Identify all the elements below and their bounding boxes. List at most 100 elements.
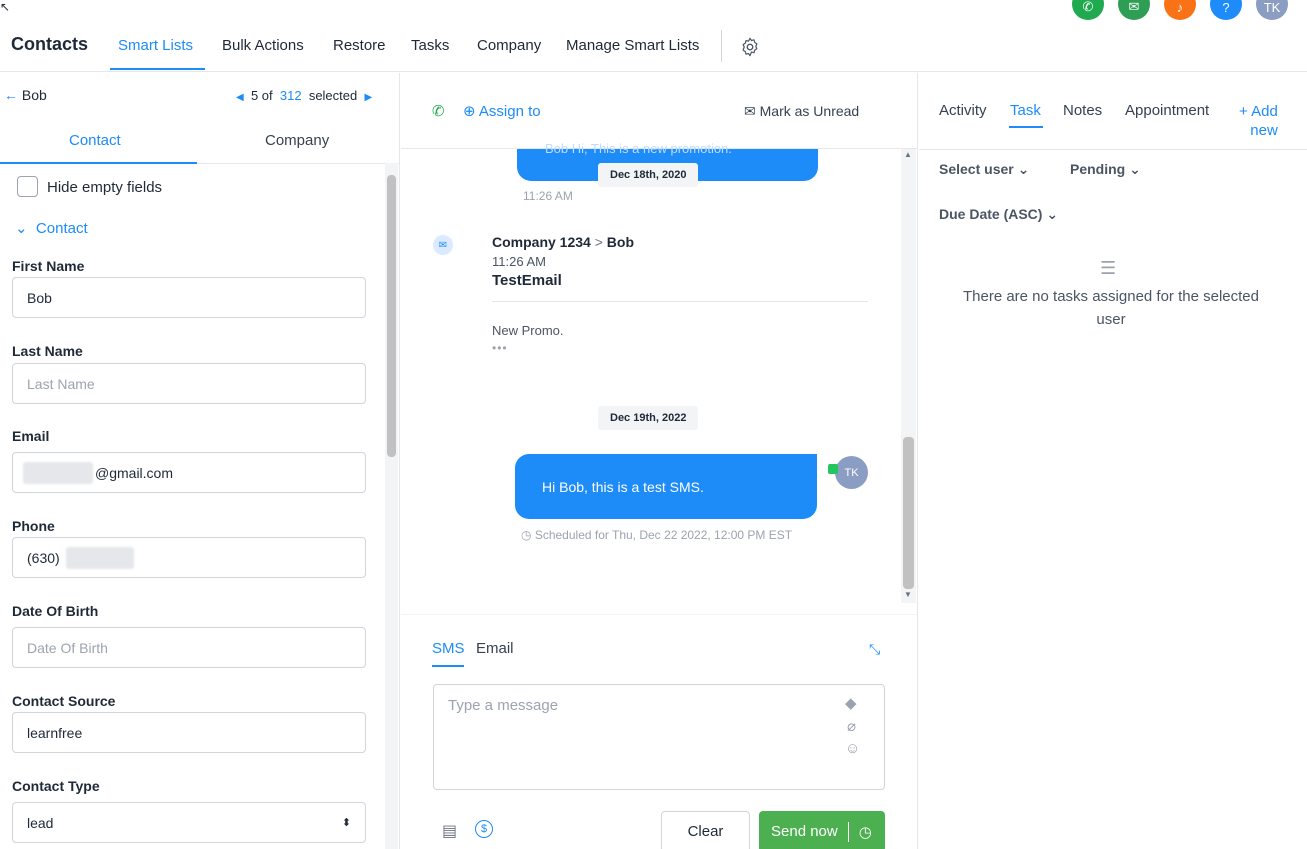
nav-bulk-actions[interactable]: Bulk Actions (222, 37, 304, 54)
email-from: Company 1234 (492, 234, 591, 250)
pager-selected: selected (308, 88, 358, 103)
redacted-text (23, 461, 93, 484)
user-avatar[interactable]: TK (1256, 0, 1288, 20)
dob-label: Date Of Birth (12, 603, 99, 619)
sort-label: Due Date (ASC) (939, 206, 1043, 222)
tab-appointment[interactable]: Appointment (1125, 102, 1209, 119)
composer: SMS Email ⤡ Type a message ◆ ⌀ ☺ ▤ $ Cle… (401, 614, 917, 849)
dob-field[interactable]: Date Of Birth (12, 627, 366, 668)
email-label: Email (12, 428, 50, 444)
megaphone-icon[interactable]: ✉ (1118, 0, 1150, 20)
page-title: Contacts (11, 34, 89, 54)
paperclip-icon[interactable]: ⌀ (847, 717, 856, 735)
email-icon: ✉ (433, 235, 453, 255)
gear-icon[interactable] (739, 36, 761, 58)
phone-icon[interactable]: ✆ (1072, 0, 1104, 20)
email-expand-more[interactable]: ••• (492, 341, 508, 355)
message-input[interactable]: Type a message (433, 684, 885, 790)
tab-activity[interactable]: Activity (939, 102, 987, 119)
help-icon[interactable]: ? (1210, 0, 1242, 20)
conversation-panel: ✆ ⊕ Assign to ✉ Mark as Unread Bob Hi, T… (401, 73, 918, 849)
contact-source-field[interactable]: learnfree (12, 712, 366, 753)
pager-total[interactable]: 312 (280, 88, 302, 103)
send-label: Send now (771, 823, 838, 840)
chevron-down-icon: ⌄ (15, 220, 28, 237)
chevron-down-icon: ⌄ (1129, 161, 1141, 177)
mouse-cursor-icon: ↖ (0, 0, 11, 14)
left-scrollbar[interactable] (385, 163, 398, 849)
hide-empty-label: Hide empty fields (47, 179, 163, 196)
active-tab-underline (0, 162, 197, 164)
left-scrollbar-thumb[interactable] (387, 175, 396, 457)
clock-icon: ◷ (521, 528, 532, 542)
redacted-text (65, 546, 134, 569)
sort-dropdown[interactable]: Due Date (ASC) ⌄ (939, 206, 1058, 223)
add-new-task-button[interactable]: + Add new (1239, 102, 1278, 140)
nav-smart-lists[interactable]: Smart Lists (118, 37, 193, 54)
active-compose-tab-underline (432, 665, 464, 667)
add-new-line1: + Add (1239, 103, 1278, 120)
contact-type-value: lead (27, 814, 54, 831)
nav-manage-smart-lists[interactable]: Manage Smart Lists (566, 37, 699, 54)
bell-icon[interactable]: ♪ (1164, 0, 1196, 20)
nav-divider (721, 30, 722, 62)
contact-type-select[interactable]: lead ⬍ (12, 802, 366, 843)
nav-tasks[interactable]: Tasks (411, 37, 449, 54)
assign-to-button[interactable]: ⊕ Assign to (463, 102, 541, 120)
send-now-button[interactable]: Send now ◷ (759, 811, 885, 849)
activity-panel: Activity Task Notes Appointment + Add ne… (919, 73, 1307, 849)
phone-icon[interactable]: ✆ (432, 102, 445, 120)
sms-text: Hi Bob, this is a test SMS. (542, 479, 704, 495)
phone-field[interactable]: (630) (12, 537, 366, 578)
tab-task[interactable]: Task (1010, 102, 1041, 119)
tab-notes[interactable]: Notes (1063, 102, 1102, 119)
first-name-label: First Name (12, 258, 85, 274)
tab-email[interactable]: Email (476, 640, 514, 657)
conversation-scrollbar[interactable]: ▲ ▼ (901, 149, 916, 603)
payment-icon[interactable]: $ (475, 820, 493, 838)
contact-name: Bob (21, 87, 47, 103)
tab-sms[interactable]: SMS (432, 640, 465, 657)
conversation-header: ✆ ⊕ Assign to ✉ Mark as Unread (401, 73, 917, 149)
add-new-line2: new (1250, 122, 1278, 139)
next-record-icon[interactable]: ▶ (364, 92, 372, 103)
panel-divider (919, 149, 1307, 150)
nav-company[interactable]: Company (477, 37, 541, 54)
section-contact-toggle[interactable]: ⌄ Contact (15, 219, 88, 237)
scroll-down-icon[interactable]: ▼ (904, 590, 912, 599)
message-text: Bob Hi, This is a new promotion. (545, 141, 732, 156)
status-dropdown[interactable]: Pending ⌄ (1070, 161, 1141, 178)
prev-record-icon[interactable]: ◀ (236, 92, 244, 103)
template-icon[interactable]: ▤ (442, 821, 457, 841)
date-divider: Dec 19th, 2022 (598, 406, 699, 430)
last-name-field[interactable]: Last Name (12, 363, 366, 404)
tab-contact[interactable]: Contact (69, 132, 121, 149)
record-pager: ◀ 5 of 312 selected ▶ (236, 88, 372, 103)
select-user-dropdown[interactable]: Select user ⌄ (939, 161, 1029, 178)
contact-source-label: Contact Source (12, 693, 116, 709)
tab-company[interactable]: Company (265, 132, 329, 149)
email-field[interactable]: @gmail.com (12, 452, 366, 493)
mark-unread-label: Mark as Unread (759, 103, 860, 119)
select-arrows-icon: ⬍ (341, 817, 351, 829)
nav-restore[interactable]: Restore (333, 37, 386, 54)
assign-label: Assign to (478, 103, 541, 120)
schedule-clock-icon[interactable]: ◷ (859, 823, 872, 841)
email-divider (492, 301, 868, 302)
app-root: ↖ Contacts Smart Lists Bulk Actions Rest… (0, 0, 1307, 849)
contact-source-value: learnfree (27, 724, 83, 741)
email-to: Bob (606, 234, 635, 250)
mark-unread-button[interactable]: ✉ Mark as Unread (744, 103, 859, 120)
hide-empty-checkbox[interactable] (17, 176, 38, 197)
first-name-field[interactable]: Bob (12, 277, 366, 318)
back-link[interactable]: ← Bob (4, 87, 47, 103)
conversation-scrollbar-thumb[interactable] (903, 437, 914, 589)
chevron-down-icon: ⌄ (1017, 161, 1030, 177)
tag-icon[interactable]: ◆ (845, 694, 857, 712)
scroll-up-icon[interactable]: ▲ (904, 150, 912, 159)
emoji-icon[interactable]: ☺ (845, 740, 860, 757)
email-subject[interactable]: TestEmail (492, 272, 562, 289)
collapse-icon[interactable]: ⤡ (869, 641, 880, 658)
clear-button[interactable]: Clear (661, 811, 750, 849)
email-value: @gmail.com (95, 464, 174, 481)
